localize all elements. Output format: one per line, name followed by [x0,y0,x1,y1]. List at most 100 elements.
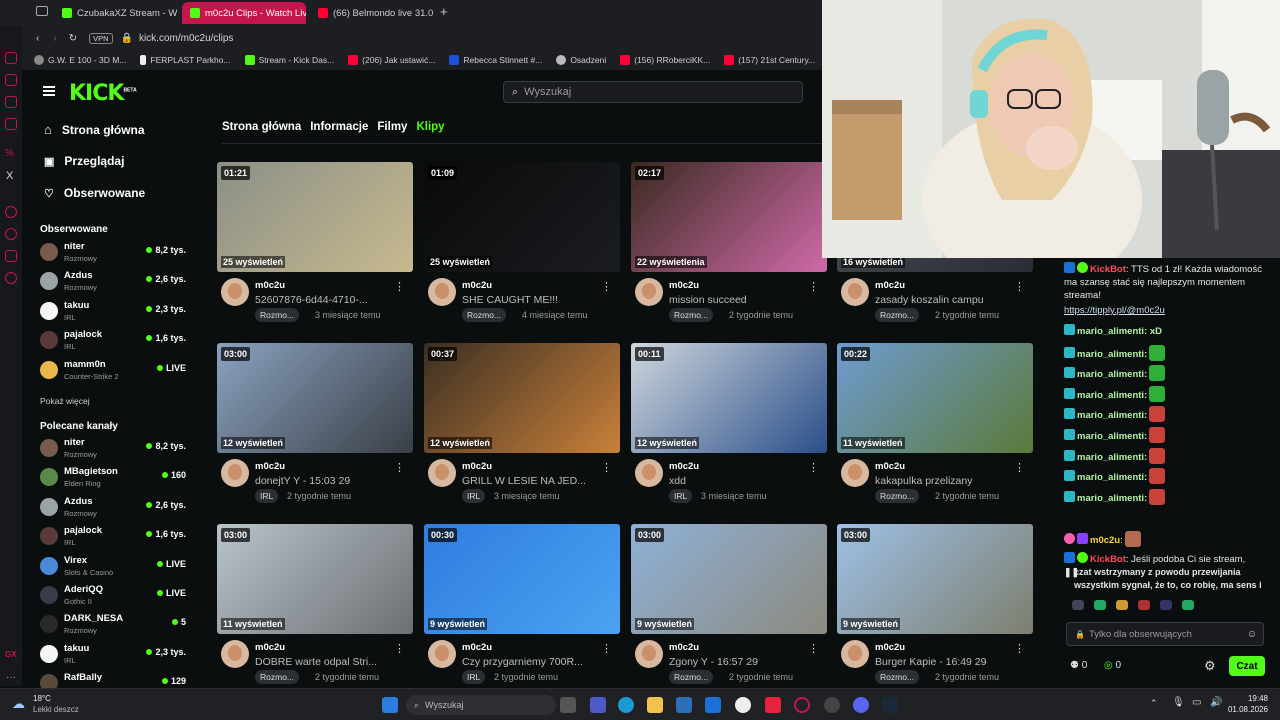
store-icon[interactable] [676,697,692,713]
player-icon[interactable] [5,118,17,130]
clip-title[interactable]: xdd [669,475,809,487]
history-icon[interactable] [5,206,17,218]
clip-thumbnail[interactable]: 03:00 12 wyświetleń [217,343,413,453]
channel-item[interactable]: DARK_NESA Rozmowy 5 [40,611,190,639]
clock-date[interactable]: 01.08.2026 [1222,705,1268,714]
chat-username[interactable]: mario_aliment [1077,472,1141,483]
bookmark-3[interactable]: (206) Jak ustawić... [348,55,435,65]
channel-item[interactable]: niter Rozmowy 8,2 tys. [40,435,190,463]
chat-send-button[interactable]: Czat [1229,656,1265,676]
clip-category-tag[interactable]: Rozmo... [875,308,920,322]
emote-icon[interactable] [1094,600,1106,610]
clip-channel[interactable]: m0c2u [875,461,905,472]
channel-item[interactable]: takuu IRL 2,3 tys. [40,641,190,669]
nav-home[interactable]: ⌂ Strona główna [44,122,145,137]
channel-item[interactable]: niter Rozmowy 8,2 tys. [40,239,190,267]
bookmark-5[interactable]: Osadzeni [556,55,606,65]
more-options-icon[interactable]: ⋮ [808,461,819,474]
weather-icon[interactable]: ☁ [12,696,25,712]
clip-channel[interactable]: m0c2u [669,642,699,653]
clip-category-tag[interactable]: Rozmo... [875,670,920,684]
clip-title[interactable]: 52607876-6d44-4710-... [255,294,395,306]
bookmark-2[interactable]: Stream - Kick Das... [244,55,334,65]
clip-title[interactable]: mission succeed [669,294,809,306]
clip-card[interactable]: 03:00 9 wyświetleń m0c2u Burger Kapie - 16:… [837,524,1033,684]
clip-category-tag[interactable]: Rozmo... [875,489,920,503]
steam-icon[interactable] [882,697,898,713]
gx-icon[interactable]: GX [5,650,17,659]
clip-card[interactable]: 01:21 25 wyświetleń m0c2u 52607876-6d44-471… [217,162,413,322]
clip-card[interactable]: 00:30 9 wyświetleń m0c2u Czy przygarniemy 7… [424,524,620,684]
avatar[interactable] [221,640,249,668]
channel-item[interactable]: pajalock IRL 1,6 tys. [40,523,190,551]
kick-logo[interactable]: KICKBETA [69,81,137,106]
new-tab-icon[interactable]: + [440,4,448,19]
tab-clips[interactable]: Klipy [416,121,444,133]
bookmark-7[interactable]: (157) 21st Century... [724,55,815,65]
chat-username[interactable]: mario_aliment [1077,349,1141,360]
aria-icon[interactable] [5,52,17,64]
clip-title[interactable]: GRILL W LESIE NA JED... [462,475,602,487]
clip-category-tag[interactable]: Rozmo... [669,670,714,684]
clip-title[interactable]: donejtY Y - 15:03 29 [255,475,395,487]
clip-thumbnail[interactable]: 00:37 12 wyświetleń [424,343,620,453]
chat-user-count[interactable]: ⚉ 0 [1070,660,1087,671]
reload-icon[interactable]: ↻ [69,33,77,44]
clip-category-tag[interactable]: Rozmo... [255,308,300,322]
back-icon[interactable]: ‹ [36,33,39,44]
vpn-badge[interactable]: VPN [89,32,113,44]
clip-category-tag[interactable]: IRL [462,670,486,684]
emote-icon[interactable] [1160,600,1172,610]
url-field[interactable]: kick.com/m0c2u/clips [139,33,233,44]
discord-icon[interactable]: % [5,148,14,159]
channel-item[interactable]: Azdus Rozmowy 2,6 tys. [40,268,190,296]
clip-channel[interactable]: m0c2u [255,461,285,472]
clip-thumbnail[interactable]: 01:09 25 wyświetleń [424,162,620,272]
tab-home[interactable]: Strona główna [222,121,301,133]
more-options-icon[interactable]: ⋮ [808,642,819,655]
chat-username[interactable]: mario_aliment [1077,410,1141,421]
clip-card[interactable]: 02:17 22 wyświetlenia m0c2u mission succeed… [631,162,827,322]
chat-input[interactable]: 🔒 Tylko dla obserwujących ☺ [1066,622,1264,646]
clip-thumbnail[interactable]: 00:30 9 wyświetleń [424,524,620,634]
clip-card[interactable]: 03:00 11 wyświetleń m0c2u DOBRE warte odpal… [217,524,413,684]
clip-thumbnail[interactable]: 00:11 12 wyświetleń [631,343,827,453]
chat-settings-icon[interactable]: ⚙ [1204,658,1216,674]
github-icon[interactable] [735,697,751,713]
more-options-icon[interactable]: ⋮ [601,280,612,293]
clip-channel[interactable]: m0c2u [669,461,699,472]
avatar[interactable] [635,459,663,487]
tab-menu-icon[interactable] [36,6,48,16]
tab-1[interactable]: m0c2u Clips - Watch Live [182,2,306,24]
chat-username[interactable]: KickBot [1090,554,1126,565]
messenger-icon[interactable] [5,74,17,86]
emote-icon[interactable] [1138,600,1150,610]
clip-channel[interactable]: m0c2u [875,280,905,291]
clip-channel[interactable]: m0c2u [462,280,492,291]
extensions-icon[interactable] [5,250,17,262]
clip-category-tag[interactable]: IRL [255,489,279,503]
clip-title[interactable]: DOBRE warte odpal Stri... [255,656,395,668]
clip-category-tag[interactable]: Rozmo... [669,308,714,322]
more-options-icon[interactable]: ⋮ [394,642,405,655]
mic-icon[interactable]: 🎙 [1172,697,1185,708]
avatar[interactable] [635,278,663,306]
clip-channel[interactable]: m0c2u [255,642,285,653]
bookmark-1[interactable]: FERPLAST Parkho... [140,55,231,65]
clip-title[interactable]: Czy przygarniemy 700R... [462,656,602,668]
chat-username[interactable]: mario_aliment [1077,390,1141,401]
emote-icon[interactable] [1116,600,1128,610]
chat-username[interactable]: mario_aliment [1077,493,1141,504]
show-more-link[interactable]: Pokaż więcej [40,396,90,406]
clip-thumbnail[interactable]: 00:22 11 wyświetleń [837,343,1033,453]
avatar[interactable] [635,640,663,668]
clip-channel[interactable]: m0c2u [462,461,492,472]
channel-item[interactable]: mamm0n Counter-Strike 2 LIVE [40,357,190,385]
clip-card[interactable]: 01:09 25 wyświetleń m0c2u SHE CAUGHT ME!!! R… [424,162,620,322]
opera-gx-icon[interactable] [794,697,810,713]
network-icon[interactable]: ▭ [1192,697,1201,708]
bookmark-4[interactable]: Rebecca Stinnett #... [449,55,542,65]
more-options-icon[interactable]: ⋮ [1014,642,1025,655]
more-options-icon[interactable]: ⋮ [808,280,819,293]
tab-videos[interactable]: Filmy [377,121,407,133]
